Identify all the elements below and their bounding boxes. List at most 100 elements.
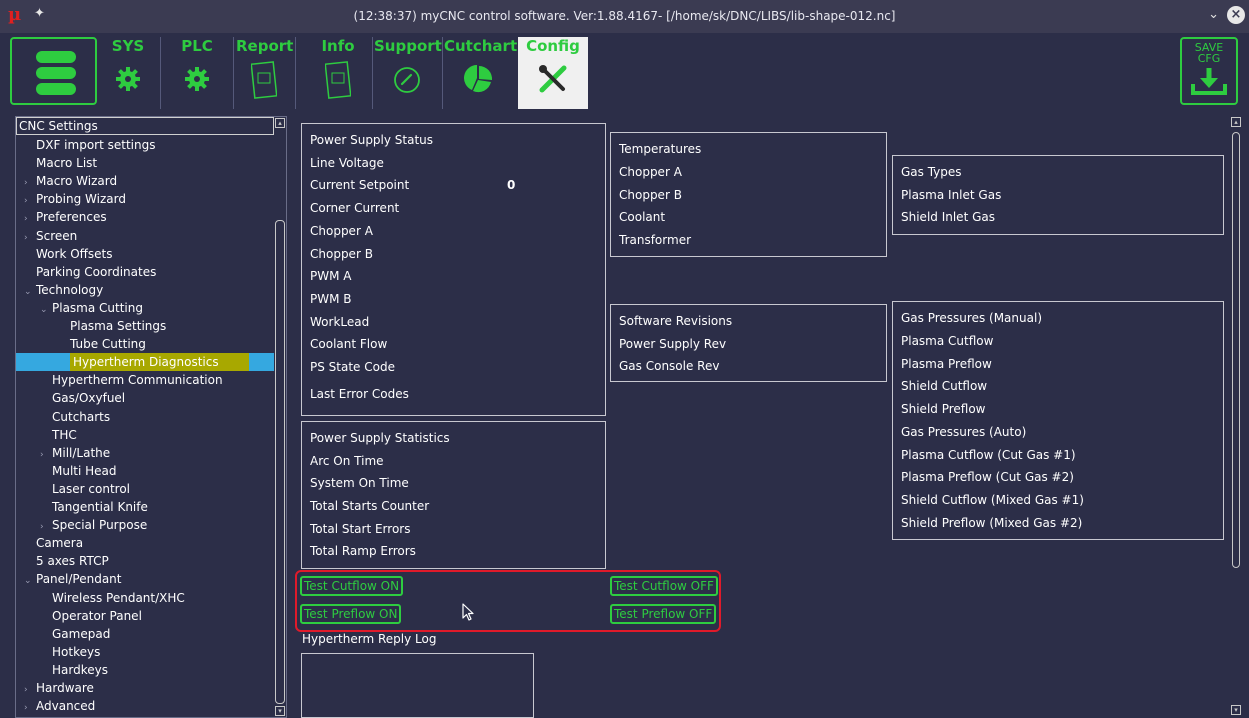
tree-item[interactable]: › Advanced — [24, 697, 95, 715]
tree-item[interactable]: Hotkeys — [40, 643, 100, 661]
tree-item[interactable]: Macro List — [24, 154, 97, 172]
tree-item[interactable]: › Special Purpose — [40, 516, 147, 534]
tree-item[interactable]: Gas/Oxyfuel — [40, 389, 125, 407]
tab-config[interactable]: Config — [518, 37, 588, 109]
tree-item[interactable]: THC — [40, 426, 77, 444]
tree-item[interactable]: Plasma Settings — [58, 317, 166, 335]
pressure-row: Plasma Preflow (Cut Gas #2) — [901, 470, 1074, 484]
tab-label: Support — [374, 37, 442, 55]
pressure-row: Gas Pressures (Auto) — [901, 425, 1027, 439]
tab-label: Config — [526, 37, 580, 55]
revision-row: Power Supply Rev — [619, 337, 727, 351]
menu-button[interactable] — [10, 37, 97, 105]
tab-info[interactable]: Info — [310, 37, 366, 109]
temperature-row: Coolant — [619, 210, 666, 224]
tab-report[interactable]: Report — [236, 37, 294, 109]
tree-item[interactable]: Camera — [24, 534, 83, 552]
title-bar: µ ✦ (12:38:37) myCNC control software. V… — [0, 0, 1249, 33]
tree-item[interactable]: Multi Head — [40, 462, 117, 480]
tree-item[interactable]: Tangential Knife — [40, 498, 148, 516]
test-preflow-off-button[interactable]: Test Preflow OFF — [610, 604, 717, 624]
tree-item[interactable]: › Macro Wizard — [24, 172, 117, 190]
tab-label: Report — [236, 37, 294, 55]
chevron-down-icon[interactable]: ⌄ — [24, 283, 36, 301]
tree-item-label: Advanced — [36, 699, 96, 714]
tree-item[interactable]: ⌄ Technology — [24, 281, 103, 299]
power-supply-statistics-panel: Power Supply Statistics Arc On Time Syst… — [301, 421, 606, 569]
tree-item[interactable]: › Screen — [24, 227, 77, 245]
tree-item-label: Panel/Pendant — [36, 572, 122, 587]
tree-item-label: Hypertherm Communication — [52, 373, 223, 388]
tree-item[interactable]: ⌄ Panel/Pendant — [24, 570, 122, 588]
save-cfg-button[interactable]: SAVE CFG — [1180, 37, 1238, 105]
hamburger-bar — [36, 83, 76, 95]
minimize-icon[interactable]: ⌄ — [1208, 7, 1219, 22]
tree-item[interactable]: Wireless Pendant/XHC — [40, 589, 185, 607]
chevron-right-icon[interactable]: › — [24, 699, 36, 717]
tree-item[interactable]: › Preferences — [24, 208, 107, 226]
gas-type-row: Shield Inlet Gas — [901, 210, 995, 224]
report-icon — [251, 61, 277, 99]
power-supply-status-panel: Power Supply Status Line Voltage Current… — [301, 123, 606, 416]
panel-title: Power Supply Statistics — [310, 431, 450, 445]
tree-item[interactable]: Cutcharts — [40, 408, 110, 426]
tree-item[interactable]: 5 axes RTCP — [24, 552, 109, 570]
panel-title: Power Supply Status — [310, 133, 434, 147]
tree-item[interactable]: Operator Panel — [40, 607, 142, 625]
chevron-down-icon[interactable]: ⌄ — [24, 572, 36, 590]
test-cutflow-on-button[interactable]: Test Cutflow ON — [300, 576, 404, 596]
scroll-down-icon[interactable]: ▾ — [275, 706, 285, 716]
scroll-thumb[interactable] — [275, 220, 285, 704]
reply-log-box[interactable] — [301, 653, 534, 718]
test-cutflow-off-button[interactable]: Test Cutflow OFF — [610, 576, 718, 596]
tab-plc[interactable]: PLC — [164, 37, 230, 109]
tree-item-label: Screen — [36, 228, 78, 243]
tab-support[interactable]: Support — [374, 37, 442, 109]
tree-item[interactable]: › Mill/Lathe — [40, 444, 110, 462]
tab-separator — [295, 37, 296, 109]
tab-label: Cutchart — [444, 37, 518, 55]
status-row: Chopper A — [310, 224, 373, 238]
tree-item[interactable]: Hypertherm Diagnostics — [16, 353, 274, 372]
pressure-row: Plasma Cutflow (Cut Gas #1) — [901, 448, 1076, 462]
tree-item[interactable]: Work Offsets — [24, 245, 113, 263]
main-toolbar: SYS PLC Report Info Support Cutchart Con… — [0, 33, 1249, 109]
gear-icon — [185, 67, 209, 91]
scroll-up-icon[interactable]: ▴ — [1231, 117, 1241, 127]
tree-item[interactable]: › Hardware — [24, 679, 94, 697]
tab-sys[interactable]: SYS — [100, 37, 156, 109]
tree-item[interactable]: DXF import settings — [24, 136, 155, 154]
tree-item-label: 5 axes RTCP — [36, 554, 109, 569]
tree-header[interactable]: CNC Settings — [16, 117, 274, 135]
tree-item-label: Multi Head — [52, 463, 117, 478]
tree-item[interactable]: Laser control — [40, 480, 130, 498]
status-row: PS State Code — [310, 360, 395, 374]
tree-item-label: Hypertherm Diagnostics — [70, 353, 249, 372]
tree-item[interactable]: › Probing Wizard — [24, 190, 126, 208]
tree-item[interactable]: Hypertherm Communication — [40, 371, 223, 389]
tree-item[interactable]: Parking Coordinates — [24, 263, 156, 281]
statistics-row: Total Ramp Errors — [310, 544, 416, 558]
close-icon[interactable]: × — [1227, 6, 1245, 24]
tab-cutchart[interactable]: Cutchart — [444, 37, 518, 109]
tree-item[interactable]: ⌄ Plasma Cutting — [40, 299, 143, 317]
main-scrollbar[interactable]: ▴ ▾ — [1230, 116, 1242, 718]
sidebar-scrollbar[interactable]: ▴ ▾ — [274, 117, 286, 717]
statistics-row: Arc On Time — [310, 454, 384, 468]
tree-item[interactable]: Gamepad — [40, 625, 110, 643]
scroll-up-icon[interactable]: ▴ — [275, 118, 285, 128]
tree-item-label: Plasma Cutting — [52, 300, 143, 315]
chevron-down-icon[interactable]: ⌄ — [40, 301, 52, 319]
tree-item-label: Wireless Pendant/XHC — [52, 590, 185, 605]
scroll-down-icon[interactable]: ▾ — [1231, 705, 1241, 715]
tree-item[interactable]: Hardkeys — [40, 661, 108, 679]
status-row: Current Setpoint — [310, 178, 410, 192]
tree-item[interactable]: Tube Cutting — [58, 335, 146, 353]
tree-item-label: Tube Cutting — [70, 337, 146, 352]
pressure-row: Plasma Cutflow — [901, 334, 994, 348]
test-preflow-on-button[interactable]: Test Preflow ON — [300, 604, 402, 624]
tree-item-label: Special Purpose — [52, 518, 148, 533]
panel-title: Temperatures — [619, 142, 702, 156]
temperature-row: Chopper B — [619, 188, 682, 202]
scroll-thumb[interactable] — [1232, 132, 1240, 568]
